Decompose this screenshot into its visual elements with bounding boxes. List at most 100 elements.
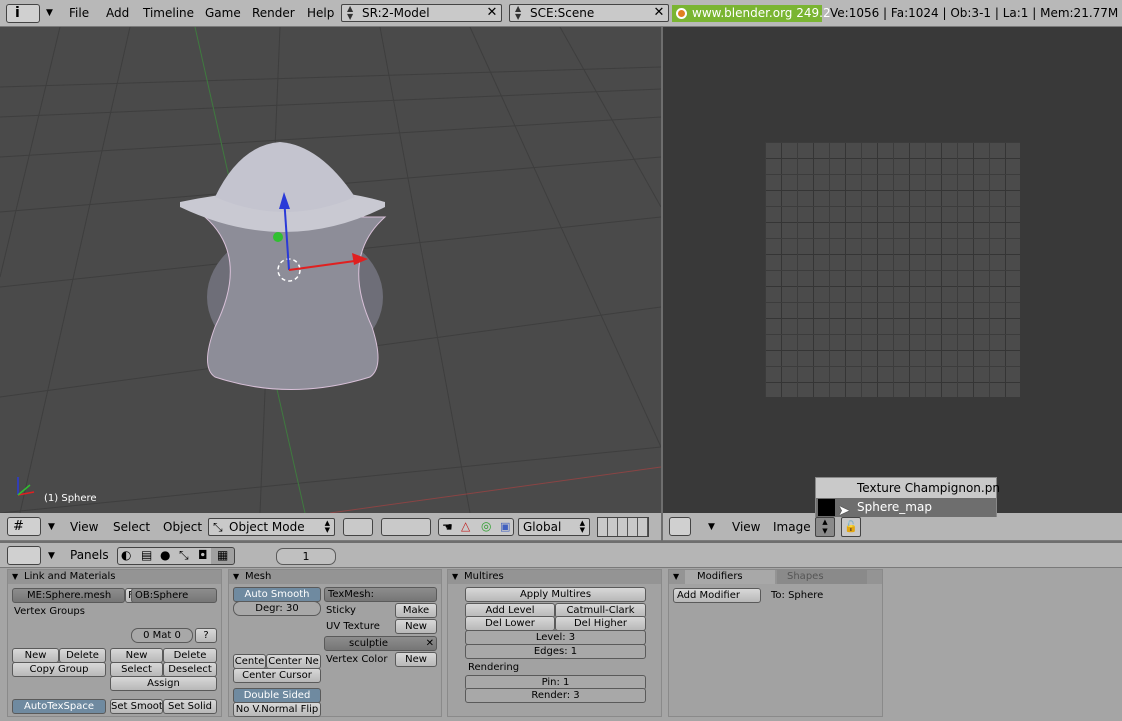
collapse-arrow-icon[interactable]: ▼: [48, 551, 55, 561]
link-materials-panel: Link and Materials ME:Sphere.mesh F OB:S…: [7, 569, 222, 717]
manipulator-toggle[interactable]: ☚ △ ◎ ▣: [438, 518, 514, 536]
object-icon[interactable]: ⤡: [179, 548, 189, 563]
info-window-type-button[interactable]: i: [6, 4, 40, 23]
double-sided-toggle[interactable]: Double Sided: [233, 688, 321, 703]
screen-selector[interactable]: ▲ ▼ SR:2-Model ✕: [341, 4, 502, 22]
object-mode-icon: ⤡: [213, 520, 223, 534]
frame-number-field[interactable]: 1: [276, 548, 336, 565]
menu-panels[interactable]: Panels: [70, 543, 109, 568]
menu-view[interactable]: View: [70, 513, 98, 541]
menu-help[interactable]: Help: [307, 0, 334, 26]
copy-group-button[interactable]: Copy Group: [12, 662, 106, 677]
menu-object[interactable]: Object: [163, 513, 202, 541]
hand-icon[interactable]: ☚: [442, 520, 453, 534]
close-icon[interactable]: ✕: [485, 5, 499, 21]
scene-selector[interactable]: ▲ ▼ SCE:Scene ✕: [509, 4, 669, 22]
pivot-button[interactable]: [381, 518, 431, 536]
translate-icon[interactable]: △: [461, 519, 470, 533]
image-window-type-icon[interactable]: [669, 517, 691, 536]
set-smooth-button[interactable]: Set Smoot: [110, 699, 163, 714]
menu-select[interactable]: Select: [113, 513, 150, 541]
close-icon[interactable]: ✕: [652, 5, 666, 21]
editing-icon[interactable]: ◘: [198, 548, 208, 562]
material-select-button[interactable]: Select: [110, 662, 163, 677]
center-new-button[interactable]: Center Ne: [266, 654, 321, 669]
viewport-grid: [0, 27, 661, 513]
material-deselect-button[interactable]: Deselect: [163, 662, 217, 677]
menu-add[interactable]: Add: [106, 0, 129, 26]
auto-smooth-toggle[interactable]: Auto Smooth: [233, 587, 321, 602]
viewport-3d[interactable]: (1) Sphere: [0, 27, 661, 513]
logic-icon[interactable]: ◐: [121, 548, 131, 562]
uv-texture-new-button[interactable]: New: [395, 619, 437, 634]
lock-icon[interactable]: 🔓: [841, 517, 861, 537]
context-buttons[interactable]: ◐ ▤ ● ⤡ ◘ ▦: [117, 547, 235, 565]
collapse-arrow-icon[interactable]: ▼: [708, 522, 715, 532]
screen-name[interactable]: SR:2-Model: [362, 6, 430, 20]
degree-field[interactable]: Degr: 30: [233, 601, 321, 616]
image-editor-header: ▼ View Image ▲ ▼ 🔓: [663, 513, 1122, 541]
layer-buttons[interactable]: [597, 517, 649, 537]
object-name-label: (1) Sphere: [44, 493, 97, 504]
no-vnormal-flip-toggle[interactable]: No V.Normal Flip: [233, 702, 321, 717]
version-badge[interactable]: www.blender.org 249.2: [672, 5, 831, 22]
modifier-target-label: To: Sphere: [771, 590, 824, 601]
scale-icon[interactable]: ▣: [500, 520, 510, 533]
buttons-window-type-icon[interactable]: [7, 546, 41, 565]
script-icon[interactable]: ▤: [141, 548, 152, 562]
vgroup-new-button[interactable]: New: [12, 648, 59, 663]
orientation-selector[interactable]: Global ▲ ▼: [518, 518, 590, 536]
dropdown-item-texture[interactable]: Texture Champignon.pn: [816, 478, 1000, 498]
menu-image[interactable]: Image: [773, 513, 811, 541]
material-help-button[interactable]: ?: [195, 628, 217, 643]
vertex-color-new-button[interactable]: New: [395, 652, 437, 667]
render-level-field[interactable]: Render: 3: [465, 688, 646, 703]
mode-selector[interactable]: ⤡ Object Mode ▲ ▼: [208, 518, 335, 536]
level-field[interactable]: Level: 3: [465, 630, 646, 645]
menu-game[interactable]: Game: [205, 0, 241, 26]
mesh-datablock-field[interactable]: ME:Sphere.mesh: [12, 588, 125, 603]
image-editor[interactable]: [663, 27, 1122, 513]
texmesh-field[interactable]: TexMesh:: [324, 587, 437, 602]
grid-window-type-icon[interactable]: #: [7, 517, 41, 536]
object-name-field[interactable]: OB:Sphere: [131, 588, 217, 603]
rotate-icon[interactable]: ◎: [481, 519, 491, 533]
add-modifier-button[interactable]: Add Modifier: [673, 588, 761, 603]
sticky-label: Sticky: [326, 605, 356, 616]
sticky-make-button[interactable]: Make: [395, 603, 437, 618]
collapse-arrow-icon[interactable]: ▼: [48, 522, 55, 532]
del-lower-button[interactable]: Del Lower: [465, 616, 555, 631]
center-cursor-button[interactable]: Center Cursor: [233, 668, 321, 683]
material-assign-button[interactable]: Assign: [110, 676, 217, 691]
set-solid-button[interactable]: Set Solid: [163, 699, 217, 714]
scene-icon[interactable]: ▦: [217, 548, 228, 562]
menu-render[interactable]: Render: [252, 0, 295, 26]
scene-name[interactable]: SCE:Scene: [530, 6, 594, 20]
panel-title[interactable]: Mesh: [229, 570, 441, 584]
material-delete-button[interactable]: Delete: [163, 648, 217, 663]
centre-button[interactable]: Cente: [233, 654, 266, 669]
tab-shapes[interactable]: Shapes: [777, 570, 867, 584]
menu-view[interactable]: View: [732, 513, 760, 541]
sphere-mesh[interactable]: [203, 216, 387, 390]
autotexspace-toggle[interactable]: AutoTexSpace: [12, 699, 106, 714]
apply-multires-button[interactable]: Apply Multires: [465, 587, 646, 602]
image-browse-button[interactable]: ▲ ▼: [815, 517, 835, 537]
edges-field[interactable]: Edges: 1: [465, 644, 646, 659]
uv-image-grid: [765, 142, 1020, 397]
menu-timeline[interactable]: Timeline: [143, 0, 194, 26]
vgroup-delete-button[interactable]: Delete: [59, 648, 106, 663]
del-higher-button[interactable]: Del Higher: [555, 616, 646, 631]
uv-layer-field[interactable]: sculptie ✕: [324, 636, 437, 651]
close-icon[interactable]: ✕: [426, 637, 434, 650]
draw-type-button[interactable]: [343, 518, 373, 536]
menu-file[interactable]: File: [69, 0, 89, 26]
material-index-field[interactable]: 0 Mat 0: [131, 628, 193, 643]
tab-modifiers[interactable]: Modifiers: [685, 570, 775, 584]
top-header: i ▼ File Add Timeline Game Render Help ▲…: [0, 0, 1122, 27]
shading-icon[interactable]: ●: [160, 548, 170, 562]
panel-title[interactable]: Link and Materials: [8, 570, 221, 584]
panel-title[interactable]: Multires: [448, 570, 661, 584]
collapse-arrow-icon[interactable]: ▼: [46, 8, 53, 18]
material-new-button[interactable]: New: [110, 648, 163, 663]
